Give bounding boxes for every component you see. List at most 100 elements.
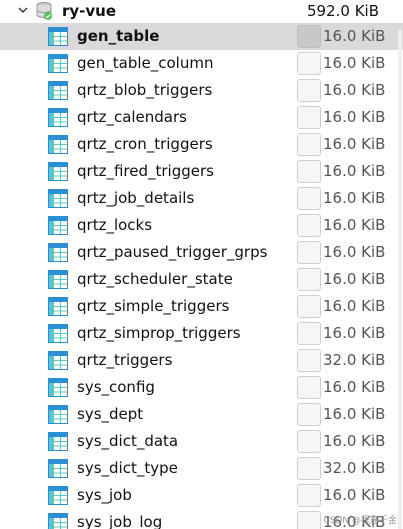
table-row[interactable]: qrtz_locks 16.0 KiB xyxy=(0,212,403,239)
table-icon xyxy=(48,27,68,46)
table-size: 32.0 KiB xyxy=(323,459,386,477)
size-indicator xyxy=(297,484,321,507)
table-size-cell: 16.0 KiB xyxy=(297,187,403,210)
table-icon xyxy=(48,351,68,370)
table-icon xyxy=(48,486,68,505)
size-indicator xyxy=(297,403,321,426)
table-name: qrtz_job_details xyxy=(77,189,195,207)
size-indicator xyxy=(297,106,321,129)
table-name: sys_job_log xyxy=(77,513,163,529)
table-name: qrtz_blob_triggers xyxy=(77,81,213,99)
table-size-cell: 16.0 KiB xyxy=(297,295,403,318)
table-name: qrtz_locks xyxy=(77,216,153,234)
size-indicator xyxy=(297,187,321,210)
table-size-cell: 32.0 KiB xyxy=(297,349,403,372)
table-size-cell: 16.0 KiB xyxy=(297,268,403,291)
table-row[interactable]: qrtz_blob_triggers 16.0 KiB xyxy=(0,77,403,104)
database-name: ry-vue xyxy=(62,2,117,20)
table-size: 16.0 KiB xyxy=(323,189,386,207)
size-indicator xyxy=(297,79,321,102)
table-row[interactable]: qrtz_cron_triggers 16.0 KiB xyxy=(0,131,403,158)
size-indicator xyxy=(297,376,321,399)
table-name: qrtz_triggers xyxy=(77,351,173,369)
table-row[interactable]: sys_job 16.0 KiB xyxy=(0,482,403,509)
table-row[interactable]: qrtz_paused_trigger_grps 16.0 KiB xyxy=(0,239,403,266)
size-indicator xyxy=(297,241,321,264)
table-row[interactable]: sys_dict_type 32.0 KiB xyxy=(0,455,403,482)
table-size: 16.0 KiB xyxy=(323,405,386,423)
table-icon xyxy=(48,513,68,529)
table-size: 16.0 KiB xyxy=(323,135,386,153)
table-size-cell: 16.0 KiB xyxy=(297,106,403,129)
table-size-cell: 16.0 KiB xyxy=(297,403,403,426)
table-name: qrtz_simple_triggers xyxy=(77,297,230,315)
table-size: 16.0 KiB xyxy=(323,486,386,504)
table-size-cell: 32.0 KiB xyxy=(297,457,403,480)
table-icon xyxy=(48,108,68,127)
table-name: gen_table xyxy=(77,27,160,45)
table-name: sys_job xyxy=(77,486,132,504)
table-row[interactable]: sys_dept 16.0 KiB xyxy=(0,401,403,428)
table-icon xyxy=(48,432,68,451)
table-name: sys_dict_type xyxy=(77,459,178,477)
database-size: 592.0 KiB xyxy=(306,2,379,20)
table-row[interactable]: sys_dict_data 16.0 KiB xyxy=(0,428,403,455)
table-row[interactable]: qrtz_simple_triggers 16.0 KiB xyxy=(0,293,403,320)
table-row[interactable]: gen_table_column 16.0 KiB xyxy=(0,50,403,77)
database-tree: ry-vue 592.0 KiB gen_table 16.0 KiB gen_ta… xyxy=(0,0,403,529)
table-size: 16.0 KiB xyxy=(323,243,386,261)
table-name: qrtz_fired_triggers xyxy=(77,162,214,180)
table-size: 16.0 KiB xyxy=(323,54,386,72)
table-icon xyxy=(48,189,68,208)
table-name: sys_dict_data xyxy=(77,432,179,450)
size-indicator xyxy=(297,25,321,48)
table-icon xyxy=(48,324,68,343)
table-row[interactable]: qrtz_scheduler_state 16.0 KiB xyxy=(0,266,403,293)
size-indicator xyxy=(297,268,321,291)
table-icon xyxy=(48,54,68,73)
table-name: qrtz_simprop_triggers xyxy=(77,324,241,342)
table-size-cell: 16.0 KiB xyxy=(297,322,403,345)
table-row[interactable]: qrtz_fired_triggers 16.0 KiB xyxy=(0,158,403,185)
size-indicator xyxy=(297,160,321,183)
size-indicator xyxy=(297,133,321,156)
table-size: 16.0 KiB xyxy=(323,27,386,45)
table-icon xyxy=(48,378,68,397)
table-row[interactable]: qrtz_triggers 32.0 KiB xyxy=(0,347,403,374)
table-size: 16.0 KiB xyxy=(323,81,386,99)
table-size: 16.0 KiB xyxy=(323,162,386,180)
table-name: sys_dept xyxy=(77,405,144,423)
table-row[interactable]: qrtz_simprop_triggers 16.0 KiB xyxy=(0,320,403,347)
vertical-scrollbar[interactable] xyxy=(398,30,402,529)
table-size: 16.0 KiB xyxy=(323,324,386,342)
table-icon xyxy=(48,135,68,154)
table-row[interactable]: gen_table 16.0 KiB xyxy=(0,23,403,50)
table-size-cell: 16.0 KiB xyxy=(297,25,403,48)
database-node[interactable]: ry-vue 592.0 KiB xyxy=(0,0,403,23)
table-size: 16.0 KiB xyxy=(323,216,386,234)
table-size-cell: 16.0 KiB xyxy=(297,430,403,453)
table-icon xyxy=(48,459,68,478)
table-size-cell: 16.0 KiB xyxy=(297,52,403,75)
table-size-cell: 16.0 KiB xyxy=(297,133,403,156)
table-row[interactable]: qrtz_job_details 16.0 KiB xyxy=(0,185,403,212)
table-row[interactable]: qrtz_calendars 16.0 KiB xyxy=(0,104,403,131)
chevron-down-icon[interactable] xyxy=(16,3,30,17)
table-icon xyxy=(48,81,68,100)
table-size: 16.0 KiB xyxy=(323,108,386,126)
table-icon xyxy=(48,297,68,316)
watermark: CSDN @程序千金 xyxy=(323,516,397,526)
size-indicator xyxy=(297,430,321,453)
table-size-cell: 16.0 KiB xyxy=(297,376,403,399)
table-icon xyxy=(48,243,68,262)
table-name: sys_config xyxy=(77,378,155,396)
table-name: qrtz_cron_triggers xyxy=(77,135,213,153)
table-size-cell: 16.0 KiB xyxy=(297,214,403,237)
table-list: gen_table 16.0 KiB gen_table_column 16.0 Ki… xyxy=(0,23,403,529)
size-indicator xyxy=(297,52,321,75)
table-row[interactable]: sys_config 16.0 KiB xyxy=(0,374,403,401)
size-indicator xyxy=(297,457,321,480)
table-name: qrtz_paused_trigger_grps xyxy=(77,243,268,261)
database-icon xyxy=(36,2,52,20)
size-indicator xyxy=(297,349,321,372)
